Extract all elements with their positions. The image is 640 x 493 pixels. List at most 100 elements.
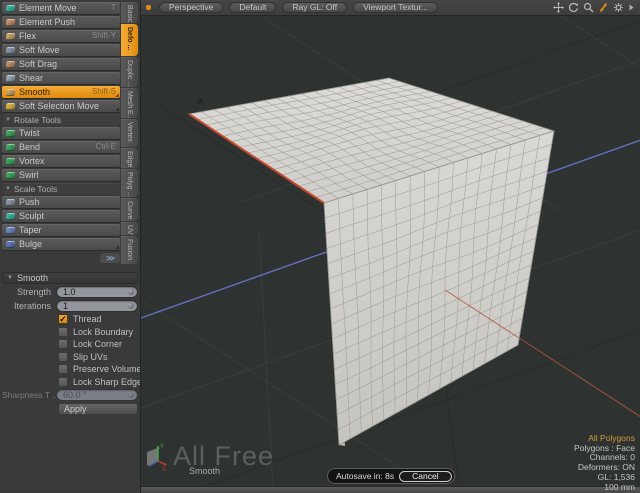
checkbox-lock-boundary[interactable]	[58, 327, 68, 337]
mini-slider-icon[interactable]	[128, 303, 134, 309]
active-tool-label: Smooth	[189, 466, 220, 476]
tool-soft-selection-move[interactable]: Soft Selection Move	[2, 100, 120, 112]
pan-icon[interactable]	[553, 2, 564, 13]
tool-label: Element Move	[19, 2, 77, 14]
viewport-button-ray-gl-off[interactable]: Ray GL: Off	[282, 2, 347, 13]
checkbox-slip-uvs[interactable]	[58, 352, 68, 362]
viewport-canvas[interactable]: -X	[141, 16, 640, 486]
checkbox-lock-corner[interactable]	[58, 339, 68, 349]
viewport-stats: All PolygonsPolygons : FaceChannels: 0De…	[574, 434, 635, 492]
section-header-label: Scale Tools	[14, 184, 57, 194]
tool-label: Vortex	[19, 155, 45, 167]
tool-sculpt[interactable]: Sculpt	[2, 210, 120, 222]
strength-field[interactable]: 1.0	[56, 286, 138, 298]
checkbox-label: Thread	[73, 314, 102, 324]
sidebar-tab-edge[interactable]: Edge	[121, 148, 138, 168]
tool-label: Smooth	[19, 86, 50, 98]
sidebar-tab-basic[interactable]: Basic	[121, 2, 138, 23]
more-tools-row: >>	[2, 252, 120, 264]
tool-list: Element Move T Element Push FlexShift-Y Soft…	[2, 2, 120, 264]
checkbox-label: Slip UVs	[73, 352, 108, 362]
sidebar-tab-mesh-e[interactable]: Mesh E...	[121, 88, 138, 118]
checkbox-label: Preserve Volume	[73, 364, 142, 374]
tool-shear[interactable]: Shear	[2, 72, 120, 84]
swirl-icon	[6, 172, 16, 179]
checkbox-preserve-volume[interactable]	[58, 364, 68, 374]
apply-button[interactable]: Apply	[58, 403, 138, 415]
tool-label: Sculpt	[19, 210, 44, 222]
push-icon	[6, 199, 16, 206]
autosave-cancel-button[interactable]: Cancel	[399, 471, 451, 482]
sidebar-tab-fusion[interactable]: Fusion	[121, 236, 138, 264]
tool-label: Bend	[19, 141, 40, 153]
iterations-field[interactable]: 1	[56, 300, 138, 312]
element-push-icon	[6, 19, 16, 26]
collapse-triangle-icon: ▼	[7, 275, 13, 281]
tool-twist[interactable]: Twist	[2, 127, 120, 139]
more-tools-button[interactable]: >>	[100, 253, 120, 263]
checkbox-lock-sharp-edges[interactable]	[58, 377, 68, 387]
mini-slider-icon[interactable]	[128, 289, 134, 295]
viewport-toolbar-icons	[553, 2, 635, 13]
expand-arrow-icon[interactable]	[628, 3, 635, 12]
maximize-icon[interactable]	[598, 2, 609, 13]
tool-shortcut: Shift-S	[92, 86, 116, 98]
twist-icon	[6, 130, 16, 137]
vortex-icon	[6, 158, 16, 165]
tool-label: Element Push	[19, 16, 75, 28]
soft-move-icon	[6, 47, 16, 54]
viewport-button-default[interactable]: Default	[229, 2, 276, 13]
gear-icon[interactable]	[613, 2, 624, 13]
modo-window: Element Move T Element Push FlexShift-Y Soft…	[0, 0, 640, 493]
section-header-rotate-tools[interactable]: ▼Rotate Tools	[2, 114, 120, 125]
checkbox-thread[interactable]: ✓	[58, 314, 68, 324]
properties-header[interactable]: ▼ Smooth	[2, 272, 138, 284]
checkbox-label: Lock Sharp Edges	[73, 377, 147, 387]
tool-shortcut: T	[111, 2, 116, 14]
collapse-triangle-icon: ▼	[5, 186, 11, 192]
tool-bulge[interactable]: Bulge	[2, 238, 120, 250]
tool-vortex[interactable]: Vortex	[2, 155, 120, 167]
tool-soft-move[interactable]: Soft Move	[2, 44, 120, 56]
stat-100-mm: 100 mm	[574, 483, 635, 493]
tool-swirl[interactable]: Swirl	[2, 169, 120, 181]
viewport-button-viewport-textur[interactable]: Viewport Textur...	[353, 2, 438, 13]
tool-flex[interactable]: FlexShift-Y	[2, 30, 120, 42]
sidebar-tab-curve[interactable]: Curve	[121, 198, 138, 221]
sculpt-icon	[6, 213, 16, 220]
viewport-buttons: Perspective Default Ray GL: Off Viewport Te…	[159, 2, 438, 13]
bend-icon	[6, 144, 16, 151]
viewport-toolbar: Perspective Default Ray GL: Off Viewport Te…	[141, 0, 640, 16]
sidebar-tab-polyg[interactable]: Polyg ...	[121, 169, 138, 197]
tool-label: Twist	[19, 127, 40, 139]
zoom-icon[interactable]	[583, 2, 594, 13]
tool-properties-panel: ▼ Smooth Strength1.0Iterations1 ✓ThreadL…	[2, 272, 138, 415]
tool-element-move[interactable]: Element Move T	[2, 2, 120, 14]
field-value: 1.0	[63, 287, 76, 297]
svg-text:-X: -X	[195, 97, 204, 106]
tool-sidebar: Element Move T Element Push FlexShift-Y Soft…	[0, 0, 140, 493]
properties-title: Smooth	[17, 273, 48, 283]
tool-label: Bulge	[19, 238, 42, 250]
sidebar-tab-strip: BasicDefo ...Duplic ...Mesh E...VertexEd…	[121, 2, 139, 264]
sidebar-tab-vertex[interactable]: Vertex	[121, 119, 138, 147]
sidebar-tab-uv[interactable]: UV	[121, 222, 138, 235]
tool-label: Taper	[19, 224, 42, 236]
section-header-label: Rotate Tools	[14, 115, 61, 125]
tool-soft-drag[interactable]: Soft Drag	[2, 58, 120, 70]
rotate-icon[interactable]	[568, 2, 579, 13]
tool-bend[interactable]: BendCtrl-E	[2, 141, 120, 153]
tool-element-push[interactable]: Element Push	[2, 16, 120, 28]
tool-push[interactable]: Push	[2, 196, 120, 208]
viewport-button-perspective[interactable]: Perspective	[159, 2, 223, 13]
viewport-mode-indicator	[146, 5, 151, 10]
tool-smooth[interactable]: Smooth Shift-S	[2, 86, 120, 98]
field-value: 1	[63, 301, 68, 311]
sidebar-tab-defo[interactable]: Defo ...	[121, 24, 138, 56]
sidebar-tab-duplic[interactable]: Duplic ...	[121, 57, 138, 87]
strength-row: Strength1.0	[2, 286, 138, 298]
section-header-scale-tools[interactable]: ▼Scale Tools	[2, 183, 120, 194]
tool-taper[interactable]: Taper	[2, 224, 120, 236]
iterations-label: Iterations	[2, 301, 56, 311]
mini-slider-icon	[128, 392, 134, 398]
